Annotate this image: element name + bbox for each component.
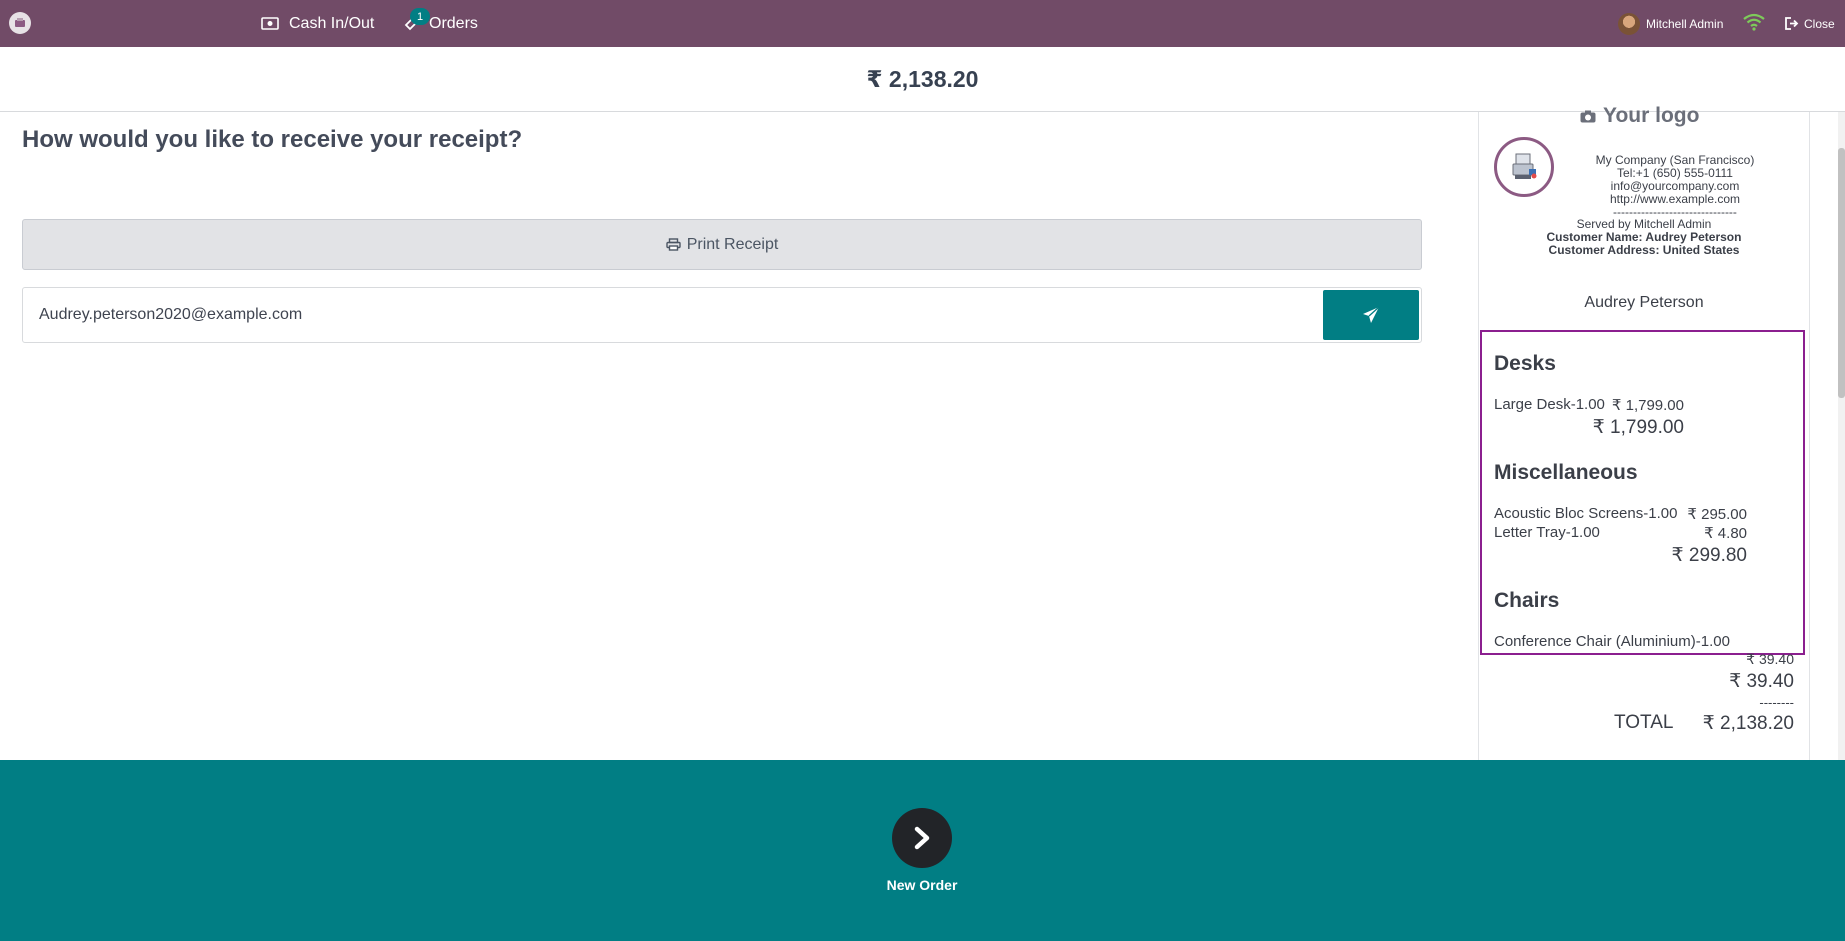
- order-line: Large Desk-1.00 ₹ 1,799.00: [1494, 396, 1684, 414]
- camera-icon: [1580, 110, 1596, 122]
- top-navbar: Cash In/Out Orders 1 Mitchell Admin Clos…: [0, 0, 1845, 47]
- print-receipt-button[interactable]: Print Receipt: [22, 219, 1422, 270]
- total-value: ₹ 2,138.20: [1702, 713, 1794, 734]
- cash-in-out-button[interactable]: Cash In/Out: [261, 0, 374, 47]
- email-receipt-row: [22, 287, 1422, 343]
- receipt-scrollbar[interactable]: [1838, 112, 1845, 760]
- avatar: [1618, 12, 1640, 35]
- money-icon: [261, 17, 279, 30]
- category-subtotal: ₹ 1,799.00: [1592, 417, 1684, 438]
- receipt-customer-name: Audrey Peterson: [1584, 294, 1704, 311]
- new-order-label: New Order: [886, 877, 958, 893]
- sign-out-icon: [1785, 17, 1799, 30]
- payment-total-bar: ₹ 2,138.20: [0, 47, 1845, 112]
- order-line-amount: ₹ 1,799.00: [1611, 397, 1684, 414]
- cash-in-out-label: Cash In/Out: [289, 14, 375, 32]
- company-website: http://www.example.com: [1609, 192, 1741, 206]
- new-order-button[interactable]: [892, 808, 952, 868]
- orders-count-badge: 1: [410, 8, 430, 25]
- order-line-label: Letter Tray-1.00: [1494, 524, 1600, 541]
- email-input[interactable]: [23, 288, 1323, 342]
- pos-logo-icon[interactable]: [9, 12, 31, 34]
- close-button[interactable]: Close: [1785, 0, 1835, 47]
- scrollbar-thumb[interactable]: [1838, 148, 1845, 398]
- printer-icon: [666, 238, 681, 251]
- orders-label: Orders: [429, 14, 478, 32]
- logo-text: Your logo: [1603, 104, 1700, 127]
- order-line-label: Acoustic Bloc Screens-1.00: [1494, 505, 1678, 522]
- paper-plane-icon: [1363, 306, 1380, 323]
- receipt-logo-placeholder: Your logo: [1580, 104, 1699, 128]
- order-line-amount: ₹ 295.00: [1687, 506, 1747, 523]
- customer-address-line: Customer Address: United States: [1548, 243, 1740, 257]
- category-title: Miscellaneous: [1494, 461, 1638, 484]
- user-menu[interactable]: Mitchell Admin: [1618, 0, 1723, 47]
- order-line: Acoustic Bloc Screens-1.00 ₹ 295.00: [1494, 505, 1747, 523]
- category-title: Chairs: [1494, 589, 1560, 612]
- send-email-button[interactable]: [1323, 290, 1419, 340]
- order-line-amount: ₹ 39.40: [1746, 651, 1794, 667]
- order-line-label: Conference Chair (Aluminium)-1.00: [1494, 633, 1730, 650]
- receipt-question: How would you like to receive your recei…: [22, 126, 523, 153]
- order-line-amount: ₹ 4.80: [1704, 525, 1747, 542]
- order-line: Letter Tray-1.00 ₹ 4.80: [1494, 524, 1747, 542]
- payment-total: ₹ 2,138.20: [866, 65, 979, 92]
- served-info: Served by Mitchell Admin Customer Name: …: [1478, 218, 1810, 257]
- total-label: TOTAL: [1614, 712, 1674, 733]
- order-line-label: Large Desk-1.00: [1494, 396, 1605, 413]
- receipt-order-lines: Desks Large Desk-1.00 ₹ 1,799.00 ₹ 1,799…: [1480, 330, 1805, 655]
- close-label: Close: [1804, 16, 1835, 31]
- category-subtotal: ₹ 299.80: [1671, 545, 1747, 566]
- category-title: Desks: [1494, 352, 1556, 375]
- user-name: Mitchell Admin: [1646, 16, 1724, 31]
- company-info: My Company (San Francisco) Tel:+1 (650) …: [1560, 154, 1790, 219]
- category-subtotal: ₹ 39.40: [1729, 671, 1794, 692]
- company-pos-icon: [1494, 137, 1554, 197]
- chevron-right-icon: [914, 826, 930, 850]
- print-receipt-label: Print Receipt: [686, 235, 779, 253]
- total-separator: --------: [1759, 695, 1794, 710]
- wifi-icon: [1743, 13, 1765, 31]
